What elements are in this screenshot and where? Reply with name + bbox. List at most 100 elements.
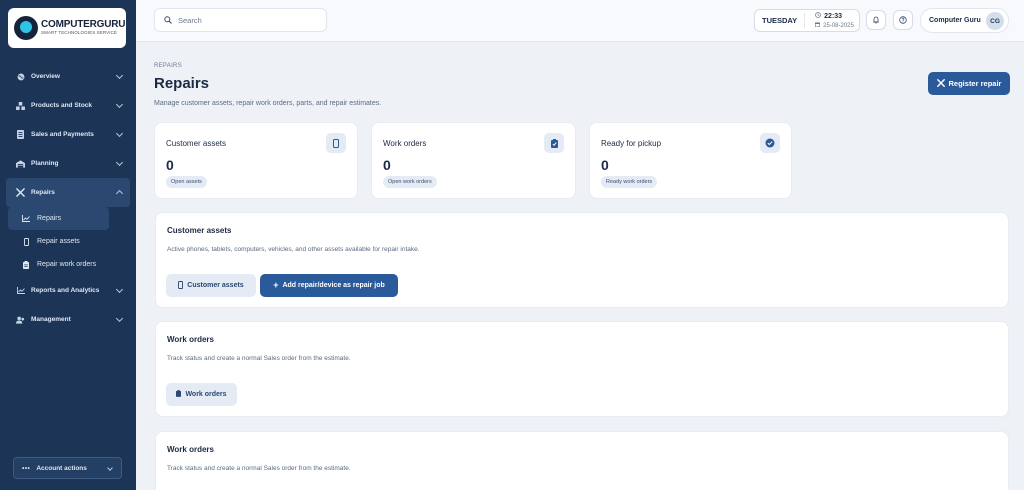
- date-time-widget: TUESDAY 22:33 25-08-2025: [754, 9, 860, 32]
- work-orders-button[interactable]: Work orders: [166, 383, 237, 406]
- stat-value: 0: [601, 157, 609, 173]
- stat-value: 0: [166, 157, 174, 173]
- sidebar-subitem-label: Repair assets: [37, 238, 80, 245]
- date-label: 25-08-2025: [823, 22, 854, 29]
- chevron-down-icon: [107, 465, 113, 471]
- logo[interactable]: COMPUTERGURU SMART TECHNOLOGIES SERVICE: [8, 8, 126, 48]
- sidebar-item-label: Management: [31, 316, 71, 323]
- sidebar-item-overview[interactable]: Overview: [0, 62, 136, 91]
- sidebar-item-planning[interactable]: Planning: [0, 149, 136, 178]
- page-title: Repairs: [154, 75, 210, 92]
- sidebar-subitem-repair-assets[interactable]: Repair assets: [0, 230, 136, 253]
- register-repair-button[interactable]: Register repair: [928, 72, 1010, 95]
- chevron-down-icon: [115, 285, 124, 294]
- tools-icon: [16, 188, 25, 197]
- time-label: 22:33: [824, 12, 843, 20]
- sidebar-nav: Overview Products and Stock Sales and Pa…: [0, 62, 136, 334]
- breadcrumb: REPAIRS: [154, 63, 182, 69]
- stat-card-customer-assets[interactable]: Customer assets 0 Open assets: [154, 122, 358, 199]
- stat-value: 0: [383, 157, 391, 173]
- plus-icon: +: [273, 280, 279, 290]
- chevron-down-icon: [115, 100, 124, 109]
- sidebar-item-label: Sales and Payments: [31, 131, 94, 138]
- weekday-label: TUESDAY: [755, 13, 806, 28]
- check-circle-icon: [760, 133, 780, 153]
- stat-badge: Ready work orders: [601, 176, 658, 188]
- bell-icon: [872, 11, 880, 29]
- sidebar-item-products-and-stock[interactable]: Products and Stock: [0, 91, 136, 120]
- logo-mark-icon: [14, 16, 38, 40]
- sidebar-item-label: Overview: [31, 73, 60, 80]
- globe-icon: [16, 72, 25, 81]
- notifications-button[interactable]: [866, 10, 886, 30]
- receipt-icon: [16, 130, 25, 139]
- phone-icon: [22, 237, 30, 246]
- account-actions-label: Account actions: [36, 464, 87, 472]
- tools-icon: [936, 78, 945, 89]
- chart-icon: [16, 286, 25, 295]
- sidebar-item-sales-and-payments[interactable]: Sales and Payments: [0, 120, 136, 149]
- clipboard-icon: [22, 260, 30, 269]
- help-icon: [899, 11, 907, 29]
- more-icon: •••: [22, 464, 31, 472]
- work-orders-button-label: Work orders: [185, 391, 227, 398]
- boxes-icon: [16, 101, 25, 110]
- chevron-down-icon: [115, 129, 124, 138]
- clipboard-check-icon: [544, 133, 564, 153]
- section-title: Work orders: [167, 335, 214, 344]
- stat-badge: Open assets: [166, 176, 207, 188]
- stat-title: Customer assets: [166, 139, 227, 148]
- logo-tagline: SMART TECHNOLOGIES SERVICE: [41, 30, 118, 36]
- customer-assets-button-label: Customer assets: [187, 282, 244, 289]
- phone-icon: [326, 133, 346, 153]
- top-header: TUESDAY 22:33 25-08-2025 Compu: [136, 0, 1024, 42]
- sidebar-item-reports-and-analytics[interactable]: Reports and Analytics: [0, 276, 136, 305]
- stat-title: Ready for pickup: [601, 139, 662, 148]
- chevron-down-icon: [115, 71, 124, 80]
- calendar-icon: [815, 22, 821, 29]
- sidebar-item-management[interactable]: Management: [0, 305, 136, 334]
- chevron-up-icon: [115, 189, 124, 198]
- register-repair-label: Register repair: [948, 79, 1002, 88]
- sidebar-item-repairs[interactable]: Repairs: [6, 178, 130, 207]
- section-work-orders-2: Work orders Track status and create a no…: [155, 431, 1009, 490]
- section-title: Work orders: [167, 445, 214, 454]
- stat-badge: Open work orders: [383, 176, 437, 188]
- sidebar-item-label: Repairs: [31, 189, 55, 196]
- stat-title: Work orders: [383, 139, 427, 148]
- help-button[interactable]: [893, 10, 913, 30]
- user-menu-button[interactable]: Computer Guru CG: [920, 8, 1009, 33]
- users-icon: [16, 315, 25, 324]
- search-box[interactable]: [154, 8, 327, 32]
- sidebar-subitem-label: Repair work orders: [37, 261, 97, 268]
- stat-card-work-orders[interactable]: Work orders 0 Open work orders: [371, 122, 576, 199]
- stat-card-ready-for-pickup[interactable]: Ready for pickup 0 Ready work orders: [589, 122, 792, 199]
- add-repair-job-label: Add repair/device as repair job: [282, 282, 385, 289]
- chevron-down-icon: [115, 314, 124, 323]
- search-icon: [164, 11, 172, 29]
- account-actions-button[interactable]: ••• Account actions: [13, 457, 122, 479]
- sidebar-item-label: Reports and Analytics: [31, 287, 100, 294]
- customer-assets-button[interactable]: Customer assets: [166, 274, 256, 297]
- section-work-orders: Work orders Track status and create a no…: [155, 321, 1009, 417]
- chevron-down-icon: [115, 158, 124, 167]
- page-description: Manage customer assets, repair work orde…: [154, 100, 382, 107]
- section-description: Track status and create a normal Sales o…: [167, 355, 351, 362]
- user-name: Computer Guru: [929, 17, 981, 24]
- sidebar-subitem-repair-work-orders[interactable]: Repair work orders: [0, 253, 136, 276]
- clock-icon: [815, 12, 822, 20]
- avatar: CG: [986, 12, 1004, 30]
- logo-name: COMPUTERGURU: [41, 19, 126, 31]
- search-input[interactable]: [178, 15, 318, 25]
- section-description: Active phones, tablets, computers, vehic…: [167, 246, 420, 253]
- sidebar-subitem-repairs[interactable]: Repairs: [8, 207, 109, 230]
- phone-icon: [178, 280, 184, 291]
- sidebar: COMPUTERGURU SMART TECHNOLOGIES SERVICE …: [0, 0, 136, 490]
- add-repair-job-button[interactable]: + Add repair/device as repair job: [260, 274, 398, 297]
- section-description: Track status and create a normal Sales o…: [167, 465, 351, 472]
- truck-icon: [16, 159, 25, 168]
- section-title: Customer assets: [167, 226, 232, 235]
- sidebar-subitem-label: Repairs: [37, 215, 62, 222]
- section-customer-assets: Customer assets Active phones, tablets, …: [155, 212, 1009, 308]
- clipboard-icon: [176, 390, 182, 399]
